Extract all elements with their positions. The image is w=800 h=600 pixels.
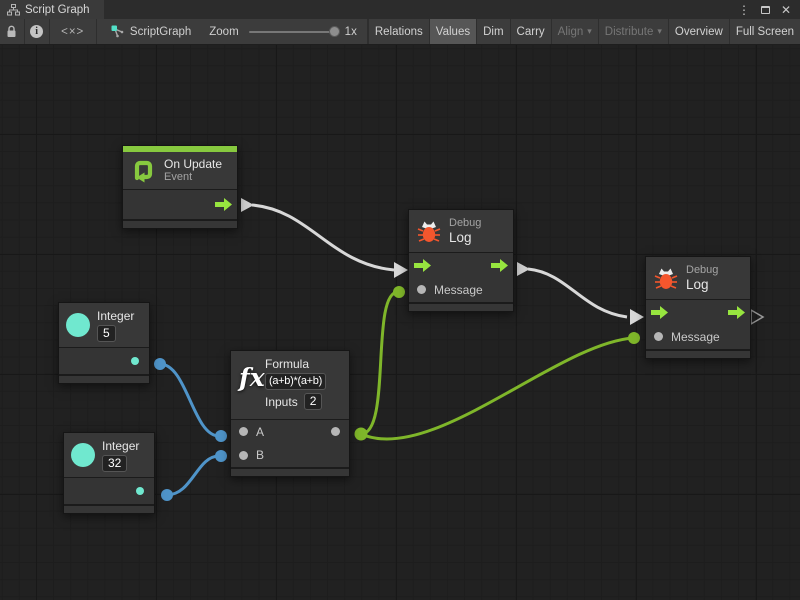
node-on-update[interactable]: On Update Event [122, 145, 238, 229]
flow-port-empty-triangle[interactable] [751, 310, 763, 324]
node-category: Debug [686, 264, 718, 277]
node-body [59, 347, 149, 374]
node-title: Integer [102, 439, 139, 453]
formula-input-b-port[interactable] [239, 451, 248, 460]
node-footer [231, 467, 349, 476]
node-formula[interactable]: fx Formula (a+b)*(a+b) Inputs 2 A B [230, 350, 350, 477]
wire-endpoint-green[interactable] [628, 332, 640, 344]
wire-endpoint-green[interactable] [393, 286, 405, 298]
wire-endpoint-blue[interactable] [161, 489, 173, 501]
node-title: Formula [265, 357, 345, 371]
node-title: Log [686, 277, 718, 293]
wire-integer5-to-formula-a[interactable] [160, 364, 219, 436]
port-row-a: A [231, 419, 349, 443]
wire-endpoint-blue[interactable] [215, 450, 227, 462]
node-header: Debug Log [409, 210, 513, 252]
script-graph-window: Script Graph ⋮ ✕ i <×> [0, 0, 800, 600]
inputs-label: Inputs [265, 395, 298, 409]
node-title: On Update [164, 157, 222, 171]
bug-icon [416, 218, 442, 245]
node-footer [59, 374, 149, 383]
wire-integer32-to-formula-b[interactable] [167, 456, 219, 495]
flow-output-port[interactable] [728, 306, 745, 319]
node-header: Integer 5 [59, 303, 149, 347]
node-footer [646, 349, 750, 358]
update-loop-icon [130, 157, 157, 184]
integer-output-port[interactable] [136, 487, 144, 495]
node-footer [123, 219, 237, 228]
flow-output-port[interactable] [215, 198, 232, 211]
node-category: Debug [449, 217, 481, 230]
wire-onupdate-to-debug1[interactable] [252, 205, 394, 270]
node-title: Integer [97, 309, 134, 323]
node-header: On Update Event [123, 152, 237, 189]
integer-output-port[interactable] [131, 357, 139, 365]
inputs-count-field[interactable]: 2 [304, 393, 323, 410]
wire-formula-to-debug2-message[interactable] [361, 338, 633, 439]
formula-output-port[interactable] [331, 427, 340, 436]
node-header: Integer 32 [64, 433, 154, 477]
flow-port-row [409, 252, 513, 277]
formula-input-a-port[interactable] [239, 427, 248, 436]
node-debug-log-2[interactable]: Debug Log Message [645, 256, 751, 359]
wire-endpoint-blue[interactable] [215, 430, 227, 442]
value-port-row: Message [646, 324, 750, 349]
flow-output-port[interactable] [491, 259, 508, 272]
node-body [123, 189, 237, 219]
integer-value-field[interactable]: 32 [102, 455, 127, 472]
flow-input-port[interactable] [651, 306, 668, 319]
node-subtitle: Event [164, 171, 222, 184]
port-label: B [256, 448, 264, 462]
port-label: Message [671, 330, 720, 344]
value-port-row: Message [409, 277, 513, 302]
flow-input-port[interactable] [414, 259, 431, 272]
wire-endpoint-blue[interactable] [154, 358, 166, 370]
node-body [64, 477, 154, 504]
flow-arrowhead [394, 262, 408, 278]
formula-expression-field[interactable]: (a+b)*(a+b) [265, 373, 326, 390]
flow-arrowhead [630, 309, 644, 325]
node-header: fx Formula (a+b)*(a+b) Inputs 2 [231, 351, 349, 419]
integer-value-field[interactable]: 5 [97, 325, 116, 342]
port-label: A [256, 425, 264, 439]
integer-type-icon [66, 313, 90, 337]
wire-endpoint-green[interactable] [355, 428, 368, 441]
message-input-port[interactable] [417, 285, 426, 294]
node-title: Log [449, 230, 481, 246]
wire-formula-to-debug1-message[interactable] [361, 292, 398, 434]
node-integer-32[interactable]: Integer 32 [63, 432, 155, 514]
integer-type-icon [71, 443, 95, 467]
node-footer [64, 504, 154, 513]
node-footer [409, 302, 513, 311]
bug-icon [653, 265, 679, 292]
wire-debug1-to-debug2[interactable] [528, 269, 627, 317]
node-integer-5[interactable]: Integer 5 [58, 302, 150, 384]
node-header: Debug Log [646, 257, 750, 299]
port-label: Message [434, 283, 483, 297]
flow-port-row [646, 299, 750, 324]
message-input-port[interactable] [654, 332, 663, 341]
node-debug-log-1[interactable]: Debug Log Message [408, 209, 514, 312]
port-row-b: B [231, 443, 349, 467]
fx-icon: fx [239, 363, 265, 392]
